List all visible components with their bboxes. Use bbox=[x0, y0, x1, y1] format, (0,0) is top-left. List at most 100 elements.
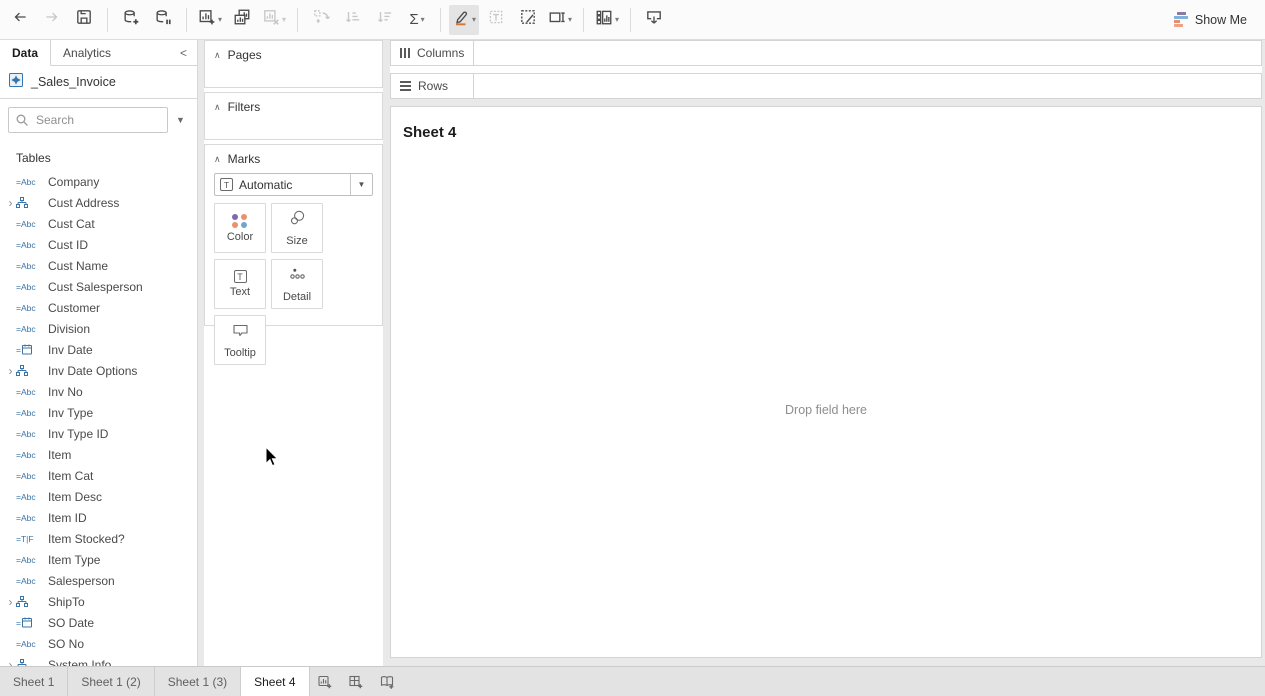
duplicate-sheet-button[interactable] bbox=[227, 5, 257, 35]
clear-sheet-button[interactable]: ▾ bbox=[259, 5, 289, 35]
marks-size-button[interactable]: Size bbox=[271, 203, 323, 253]
totals-button[interactable]: Σ▾ bbox=[402, 5, 432, 35]
field-row-item-cat[interactable]: =AbcItem Cat bbox=[0, 465, 197, 486]
sort-ascending-button[interactable] bbox=[338, 5, 368, 35]
rows-label: Rows bbox=[418, 79, 448, 93]
sheet-tab-sheet-1-2[interactable]: Sheet 1 (2) bbox=[68, 667, 154, 696]
expand-chevron-icon[interactable]: › bbox=[5, 196, 16, 210]
show-hide-cards-icon bbox=[595, 8, 613, 31]
datasource-row[interactable]: _Sales_Invoice bbox=[0, 66, 197, 99]
field-row-inv-date-options[interactable]: ›Inv Date Options bbox=[0, 360, 197, 381]
field-row-item-id[interactable]: =AbcItem ID bbox=[0, 507, 197, 528]
sheet-tab-sheet-1-3[interactable]: Sheet 1 (3) bbox=[155, 667, 241, 696]
sheet-tab-sheet-1[interactable]: Sheet 1 bbox=[0, 667, 68, 696]
text-field-icon: =Abc bbox=[16, 555, 48, 565]
field-row-cust-name[interactable]: =AbcCust Name bbox=[0, 255, 197, 276]
sheet-view[interactable]: Sheet 4 Drop field here bbox=[390, 106, 1262, 658]
sort-descending-button[interactable] bbox=[370, 5, 400, 35]
collapse-chevron-icon[interactable]: ∧ bbox=[214, 154, 221, 165]
field-row-inv-type-id[interactable]: =AbcInv Type ID bbox=[0, 423, 197, 444]
collapse-pane-button[interactable]: < bbox=[170, 40, 197, 65]
field-row-salesperson[interactable]: =AbcSalesperson bbox=[0, 570, 197, 591]
dropdown-caret-icon: ▾ bbox=[218, 16, 222, 24]
search-input[interactable] bbox=[8, 107, 168, 133]
save-button[interactable] bbox=[69, 5, 99, 35]
field-row-item-type[interactable]: =AbcItem Type bbox=[0, 549, 197, 570]
field-row-inv-no[interactable]: =AbcInv No bbox=[0, 381, 197, 402]
field-row-division[interactable]: =AbcDivision bbox=[0, 318, 197, 339]
presentation-mode-icon bbox=[645, 8, 663, 31]
highlight-button[interactable]: ▾ bbox=[449, 5, 479, 35]
marks-text-button[interactable]: TText bbox=[214, 259, 266, 309]
marks-detail-button[interactable]: Detail bbox=[271, 259, 323, 309]
show-me-button[interactable]: Show Me bbox=[1166, 8, 1255, 31]
duplicate-sheet-icon bbox=[233, 8, 251, 31]
boolean-field-icon: =T|F bbox=[16, 534, 48, 544]
field-row-shipto[interactable]: ›ShipTo bbox=[0, 591, 197, 612]
text-field-icon: =Abc bbox=[16, 513, 48, 523]
field-label: Cust Name bbox=[48, 259, 108, 273]
date-field-icon: = bbox=[16, 344, 48, 355]
mark-button-label: Size bbox=[286, 235, 307, 247]
columns-drop-area[interactable] bbox=[474, 41, 1261, 65]
text-field-icon: =Abc bbox=[16, 450, 48, 460]
rows-drop-area[interactable] bbox=[474, 74, 1261, 98]
hierarchy-field-icon bbox=[16, 596, 48, 608]
field-row-cust-cat[interactable]: =AbcCust Cat bbox=[0, 213, 197, 234]
forward-icon bbox=[43, 8, 61, 31]
expand-chevron-icon[interactable]: › bbox=[5, 658, 16, 667]
tab-data[interactable]: Data bbox=[0, 40, 51, 66]
field-row-so-no[interactable]: =AbcSO No bbox=[0, 633, 197, 654]
field-label: Cust Salesperson bbox=[48, 280, 143, 294]
new-worksheet-tab-button[interactable] bbox=[310, 667, 341, 696]
tab-analytics[interactable]: Analytics bbox=[51, 40, 123, 65]
color-dots-icon bbox=[232, 214, 248, 228]
new-story-tab-button[interactable] bbox=[372, 667, 403, 696]
field-row-so-date[interactable]: =SO Date bbox=[0, 612, 197, 633]
expand-chevron-icon[interactable]: › bbox=[5, 364, 16, 378]
fit-button[interactable]: ▾ bbox=[545, 5, 575, 35]
mark-labels-button[interactable] bbox=[513, 5, 543, 35]
field-row-company[interactable]: =AbcCompany bbox=[0, 171, 197, 192]
field-row-customer[interactable]: =AbcCustomer bbox=[0, 297, 197, 318]
field-row-cust-address[interactable]: ›Cust Address bbox=[0, 192, 197, 213]
size-circles-icon bbox=[288, 209, 307, 227]
new-dashboard-tab-button[interactable] bbox=[341, 667, 372, 696]
expand-chevron-icon[interactable]: › bbox=[5, 595, 16, 609]
field-label: Item Desc bbox=[48, 490, 102, 504]
field-row-inv-type[interactable]: =AbcInv Type bbox=[0, 402, 197, 423]
sheet-tab-sheet-4[interactable]: Sheet 4 bbox=[241, 667, 309, 696]
cards-panel: ∧Pages ∧Filters ∧Marks T Automatic ▼ Col… bbox=[204, 40, 383, 666]
show-hide-cards-button[interactable]: ▾ bbox=[592, 5, 622, 35]
columns-shelf[interactable]: Columns bbox=[390, 40, 1262, 66]
field-row-cust-id[interactable]: =AbcCust ID bbox=[0, 234, 197, 255]
marks-color-button[interactable]: Color bbox=[214, 203, 266, 253]
forward-button[interactable] bbox=[37, 5, 67, 35]
new-worksheet-button[interactable]: ▾ bbox=[195, 5, 225, 35]
toolbar-separator bbox=[583, 8, 584, 32]
text-field-icon: =Abc bbox=[16, 177, 48, 187]
marks-tooltip-button[interactable]: Tooltip bbox=[214, 315, 266, 365]
field-row-system-info[interactable]: ›System Info bbox=[0, 654, 197, 666]
text-labels-button[interactable] bbox=[481, 5, 511, 35]
field-row-item-stocked[interactable]: =T|FItem Stocked? bbox=[0, 528, 197, 549]
field-row-item-desc[interactable]: =AbcItem Desc bbox=[0, 486, 197, 507]
rows-shelf[interactable]: Rows bbox=[390, 73, 1262, 99]
field-row-cust-salesperson[interactable]: =AbcCust Salesperson bbox=[0, 276, 197, 297]
back-button[interactable] bbox=[5, 5, 35, 35]
dropdown-arrow-icon[interactable]: ▼ bbox=[350, 174, 372, 195]
presentation-mode-button[interactable] bbox=[639, 5, 669, 35]
mark-button-label: Text bbox=[230, 286, 250, 298]
mark-type-dropdown[interactable]: T Automatic ▼ bbox=[214, 173, 373, 196]
swap-rows-columns-button[interactable] bbox=[306, 5, 336, 35]
collapse-chevron-icon[interactable]: ∧ bbox=[214, 50, 221, 61]
field-row-item[interactable]: =AbcItem bbox=[0, 444, 197, 465]
collapse-chevron-icon[interactable]: ∧ bbox=[214, 102, 221, 113]
field-row-inv-date[interactable]: =Inv Date bbox=[0, 339, 197, 360]
search-options-caret-icon[interactable]: ▼ bbox=[176, 115, 185, 125]
field-label: Inv Type bbox=[48, 406, 93, 420]
new-worksheet-icon bbox=[317, 674, 333, 690]
pause-auto-updates-button[interactable] bbox=[148, 5, 178, 35]
new-story-icon bbox=[379, 674, 395, 690]
new-data-source-button[interactable] bbox=[116, 5, 146, 35]
